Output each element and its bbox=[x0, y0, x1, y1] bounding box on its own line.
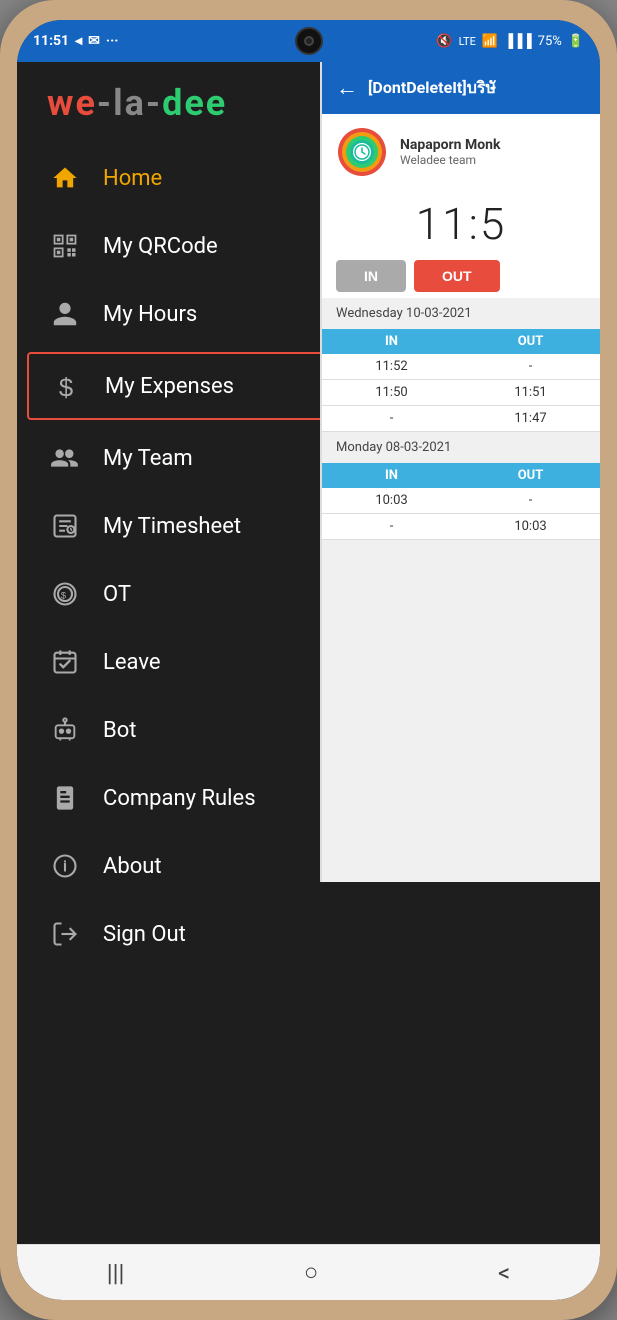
date-header-monday: Monday 08-03-2021 bbox=[322, 432, 600, 463]
mail-icon: ✉ bbox=[88, 33, 100, 49]
dollar-icon: $ bbox=[49, 368, 85, 404]
btn-out[interactable]: OUT bbox=[414, 260, 500, 292]
qrcode-icon bbox=[47, 228, 83, 264]
status-left: 11:51 ◂ ✉ ··· bbox=[33, 33, 119, 49]
my-timesheet-label: My Timesheet bbox=[103, 514, 241, 539]
profile-info: Napaporn Monk Weladee team bbox=[400, 137, 586, 167]
person-icon bbox=[47, 296, 83, 332]
leave-label: Leave bbox=[103, 650, 161, 675]
rules-icon bbox=[47, 780, 83, 816]
logo-we: we bbox=[47, 82, 97, 124]
att-out-wed-1: - bbox=[461, 354, 600, 379]
team-icon bbox=[47, 440, 83, 476]
company-rules-label: Company Rules bbox=[103, 786, 256, 811]
att-header-wednesday: IN OUT bbox=[322, 329, 600, 354]
current-time: 11:5 bbox=[322, 198, 600, 250]
time-display: 11:5 bbox=[322, 190, 600, 254]
bot-label: Bot bbox=[103, 718, 136, 743]
home-label: Home bbox=[103, 166, 162, 191]
profile-team: Weladee team bbox=[400, 153, 586, 167]
status-time: 11:51 bbox=[33, 33, 69, 49]
leave-icon bbox=[47, 644, 83, 680]
signout-icon bbox=[47, 916, 83, 952]
bottom-nav: ||| ○ < bbox=[17, 1244, 600, 1300]
svg-text:$: $ bbox=[59, 375, 73, 401]
att-out-wed-3: 11:47 bbox=[461, 406, 600, 431]
att-in-mon-2: - bbox=[322, 514, 461, 539]
camera-lens bbox=[304, 36, 314, 46]
nav-home-button[interactable]: ○ bbox=[284, 1250, 339, 1295]
att-in-mon-1: 10:03 bbox=[322, 488, 461, 513]
status-right: 🔇 LTE 📶 ▐▐▐ 75% 🔋 bbox=[436, 33, 584, 49]
phone-outer: 11:51 ◂ ✉ ··· 🔇 LTE 📶 ▐▐▐ 75% 🔋 we-la-de… bbox=[0, 0, 617, 1320]
att-out-mon-1: - bbox=[461, 488, 600, 513]
sidebar-item-sign-out[interactable]: Sign Out bbox=[17, 900, 600, 968]
in-out-row: IN OUT bbox=[322, 254, 600, 298]
attendance-section: Wednesday 10-03-2021 IN OUT 11:52 - 11:5… bbox=[322, 298, 600, 882]
battery-icon: 🔋 bbox=[568, 34, 584, 49]
att-out-wed-2: 11:51 bbox=[461, 380, 600, 405]
nav-recents-button[interactable]: ||| bbox=[87, 1251, 145, 1295]
panel-title: [DontDeleteIt]บริษั bbox=[368, 76, 586, 101]
qrcode-label: My QRCode bbox=[103, 234, 218, 259]
col-out-mon: OUT bbox=[461, 463, 600, 488]
date-header-wednesday: Wednesday 10-03-2021 bbox=[322, 298, 600, 329]
signal-icon: ▐▐▐ bbox=[504, 33, 532, 49]
att-in-wed-2: 11:50 bbox=[322, 380, 461, 405]
timesheet-icon bbox=[47, 508, 83, 544]
nav-back-button[interactable]: < bbox=[478, 1251, 530, 1295]
att-row-wed-3: - 11:47 bbox=[322, 406, 600, 432]
att-row-mon-2: - 10:03 bbox=[322, 514, 600, 540]
about-icon bbox=[47, 848, 83, 884]
wifi-icon: 📶 bbox=[482, 34, 498, 49]
att-header-monday: IN OUT bbox=[322, 463, 600, 488]
col-in-mon: IN bbox=[322, 463, 461, 488]
status-bar: 11:51 ◂ ✉ ··· 🔇 LTE 📶 ▐▐▐ 75% 🔋 bbox=[17, 20, 600, 62]
camera-notch bbox=[295, 27, 323, 55]
app-content: we-la-dee Home bbox=[17, 62, 600, 1244]
att-row-wed-1: 11:52 - bbox=[322, 354, 600, 380]
right-panel: ← [DontDeleteIt]บริษั bbox=[320, 62, 600, 882]
att-row-mon-1: 10:03 - bbox=[322, 488, 600, 514]
btn-in[interactable]: IN bbox=[336, 260, 406, 292]
att-out-mon-2: 10:03 bbox=[461, 514, 600, 539]
logo-la: la bbox=[113, 82, 146, 124]
dots-icon: ··· bbox=[106, 33, 119, 49]
col-in-wed: IN bbox=[322, 329, 461, 354]
ot-label: OT bbox=[103, 582, 131, 607]
home-icon bbox=[47, 160, 83, 196]
right-panel-header: ← [DontDeleteIt]บริษั bbox=[322, 62, 600, 114]
logo-dash2: - bbox=[146, 82, 162, 124]
logo-dee: dee bbox=[162, 82, 227, 124]
back-button[interactable]: ← bbox=[336, 75, 358, 101]
att-row-wed-2: 11:50 11:51 bbox=[322, 380, 600, 406]
att-in-wed-1: 11:52 bbox=[322, 354, 461, 379]
bot-icon bbox=[47, 712, 83, 748]
location-icon: ◂ bbox=[75, 33, 82, 49]
battery-text: 75% bbox=[538, 34, 562, 49]
about-label: About bbox=[103, 854, 162, 879]
logo-dash1: - bbox=[97, 82, 113, 124]
att-in-wed-3: - bbox=[322, 406, 461, 431]
profile-avatar bbox=[336, 126, 388, 178]
my-expenses-label: My Expenses bbox=[105, 374, 234, 399]
my-hours-label: My Hours bbox=[103, 302, 197, 327]
lte-icon: LTE bbox=[459, 35, 476, 48]
profile-area: Napaporn Monk Weladee team bbox=[322, 114, 600, 190]
mute-icon: 🔇 bbox=[436, 34, 452, 49]
phone-inner: 11:51 ◂ ✉ ··· 🔇 LTE 📶 ▐▐▐ 75% 🔋 we-la-de… bbox=[17, 20, 600, 1300]
svg-text:$: $ bbox=[61, 591, 67, 601]
ot-icon: $ bbox=[47, 576, 83, 612]
my-team-label: My Team bbox=[103, 446, 193, 471]
col-out-wed: OUT bbox=[461, 329, 600, 354]
profile-name: Napaporn Monk bbox=[400, 137, 586, 153]
sign-out-label: Sign Out bbox=[103, 922, 186, 947]
